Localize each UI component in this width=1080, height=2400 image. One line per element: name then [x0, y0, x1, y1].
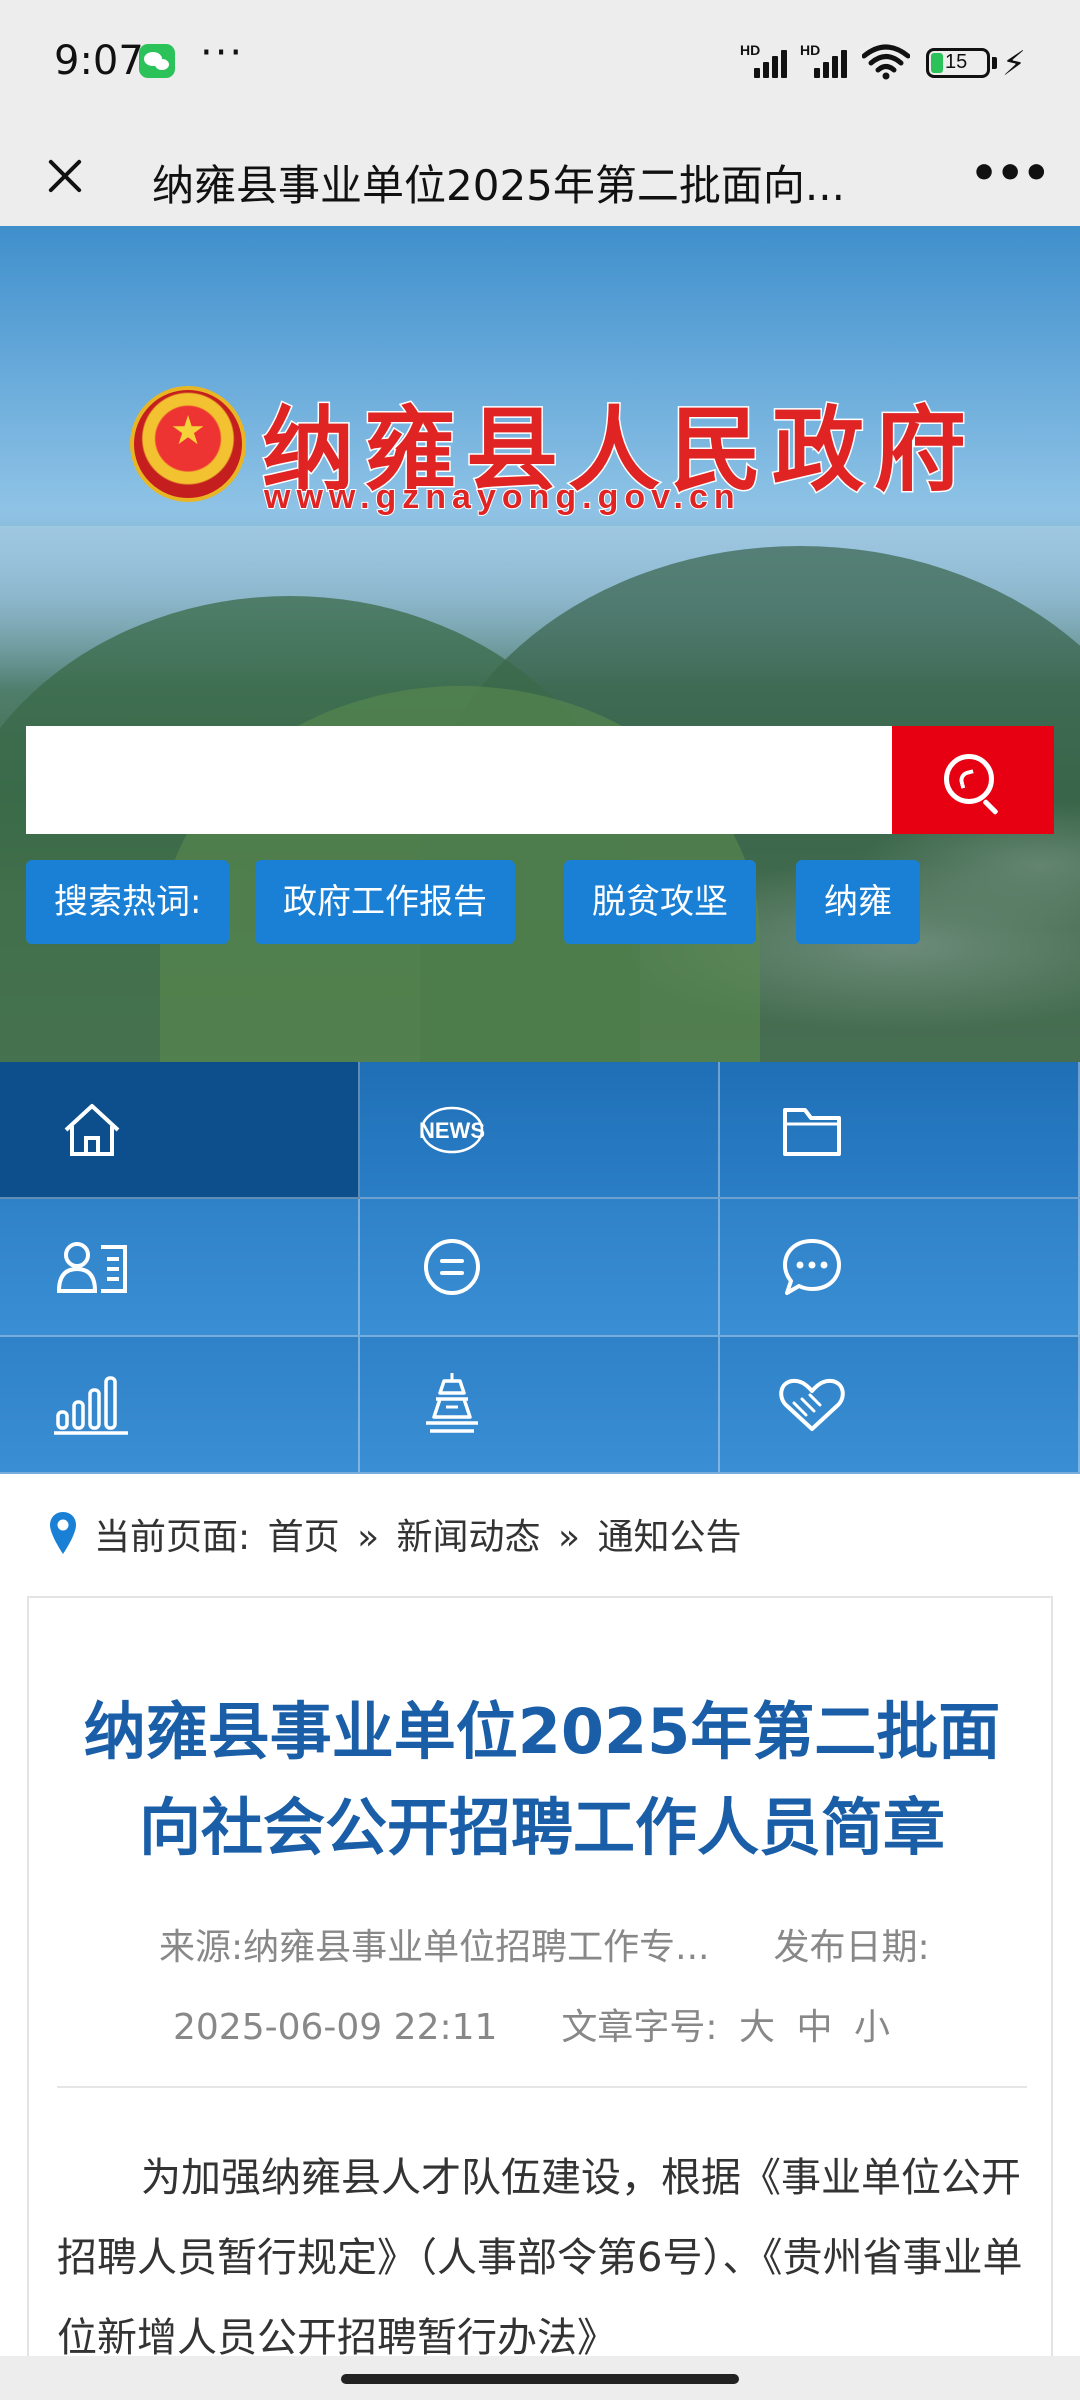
- date-label: 发布日期:: [773, 1927, 930, 1968]
- nav-service[interactable]: [720, 1336, 1080, 1474]
- hot-word-tag[interactable]: 政府工作报告: [255, 860, 515, 944]
- font-size-large[interactable]: 大: [739, 2007, 775, 2048]
- nav-profile[interactable]: [0, 1199, 360, 1337]
- battery-icon: 15: [926, 48, 990, 78]
- more-notifications-icon: ···: [200, 30, 245, 76]
- article-title: 纳雍县事业单位2025年第二批面向社会公开招聘工作人员简章: [83, 1695, 1001, 1864]
- profile-list-icon: [56, 1241, 127, 1293]
- divider: [57, 2086, 1027, 2088]
- article-card: 纳雍县事业单位2025年第二批面向社会公开招聘工作人员简章 来源:纳雍县事业单位…: [27, 1596, 1053, 2376]
- font-size-medium[interactable]: 中: [796, 2007, 832, 2048]
- font-size-label: 文章字号:: [561, 2007, 718, 2048]
- title-bar: 纳雍县事业单位2025年第二批面向... •••: [0, 124, 1080, 226]
- breadcrumb-news[interactable]: 新闻动态: [397, 1517, 541, 1558]
- hot-words-label: 搜索热词:: [26, 860, 230, 944]
- nav-interaction[interactable]: [720, 1199, 1080, 1337]
- date-value: 2025-06-09 22:11: [173, 2007, 498, 2048]
- hot-word-tag[interactable]: 纳雍: [796, 860, 920, 944]
- search-button[interactable]: [892, 726, 1054, 834]
- article-meta-date: 2025-06-09 22:11 文章字号: 大 中 小: [173, 1998, 890, 2050]
- status-bar: 9:07 ··· HD HD 15 ⚡: [0, 0, 1080, 124]
- nav-home[interactable]: [0, 1062, 360, 1200]
- nav-data[interactable]: [0, 1336, 360, 1474]
- home-indicator[interactable]: [341, 2374, 739, 2384]
- wifi-icon: [862, 44, 910, 80]
- breadcrumb-separator: »: [357, 1517, 380, 1558]
- site-url: www.gznayong.gov.cn: [263, 477, 741, 517]
- nav-culture[interactable]: [360, 1336, 720, 1474]
- search-input[interactable]: [26, 726, 892, 834]
- article-meta-source: 来源:纳雍县事业单位招聘工作专... 发布日期:: [159, 1918, 930, 1970]
- folder-icon: [783, 1107, 841, 1156]
- site-banner: 纳雍县人民政府 www.gznayong.gov.cn 搜索热词: 政府工作报告…: [0, 226, 1080, 1062]
- cellular-signal-icon: HD: [740, 42, 796, 78]
- nav-consult[interactable]: [360, 1199, 720, 1337]
- cellular-signal-icon-2: HD: [800, 42, 856, 78]
- battery-level: 15: [945, 51, 968, 73]
- breadcrumb-separator: »: [558, 1517, 581, 1558]
- breadcrumb-label: 当前页面:: [94, 1517, 251, 1558]
- news-glyph-text: NEWS: [419, 1118, 485, 1143]
- breadcrumb-home[interactable]: 首页: [268, 1517, 340, 1558]
- charging-icon: ⚡: [1002, 44, 1026, 84]
- status-time: 9:07: [54, 38, 144, 84]
- national-emblem-icon: [130, 386, 246, 502]
- chat-bubble-icon: [783, 1238, 841, 1295]
- nav-grid: NEWS: [0, 1062, 1080, 1474]
- breadcrumb-notices[interactable]: 通知公告: [598, 1517, 742, 1558]
- hot-word-tag[interactable]: 脱贫攻坚: [564, 860, 756, 944]
- page-title: 纳雍县事业单位2025年第二批面向...: [152, 161, 845, 210]
- article-section: 纳雍县事业单位2025年第二批面向社会公开招聘工作人员简章 来源:纳雍县事业单位…: [0, 1596, 1080, 2376]
- wechat-icon: [139, 44, 175, 78]
- source-value: 纳雍县事业单位招聘工作专...: [243, 1927, 710, 1968]
- more-options-icon[interactable]: •••: [970, 144, 1050, 204]
- heart-hands-icon: [779, 1379, 845, 1432]
- tower-icon: [426, 1373, 478, 1434]
- search-icon: [944, 754, 994, 804]
- nav-news[interactable]: NEWS: [360, 1062, 720, 1200]
- font-size-small[interactable]: 小: [854, 2007, 890, 2048]
- nav-files[interactable]: [720, 1062, 1080, 1200]
- article-body: 为加强纳雍县人才队伍建设，根据《事业单位公开招聘人员暂行规定》（人事部令第6号）…: [57, 2155, 1023, 2361]
- source-label: 来源:: [159, 1927, 244, 1968]
- bar-chart-icon: [54, 1376, 128, 1436]
- signal-hd-label: HD: [740, 42, 761, 58]
- gesture-bar: [0, 2356, 1080, 2400]
- news-icon: NEWS: [419, 1106, 485, 1153]
- home-icon: [64, 1103, 120, 1156]
- breadcrumb: 当前页面: 首页 » 新闻动态 » 通知公告: [0, 1474, 1080, 1596]
- signal-hd-label-2: HD: [800, 42, 821, 58]
- close-icon[interactable]: [30, 140, 100, 210]
- location-pin-icon: [50, 1512, 76, 1554]
- message-icon: [424, 1238, 480, 1295]
